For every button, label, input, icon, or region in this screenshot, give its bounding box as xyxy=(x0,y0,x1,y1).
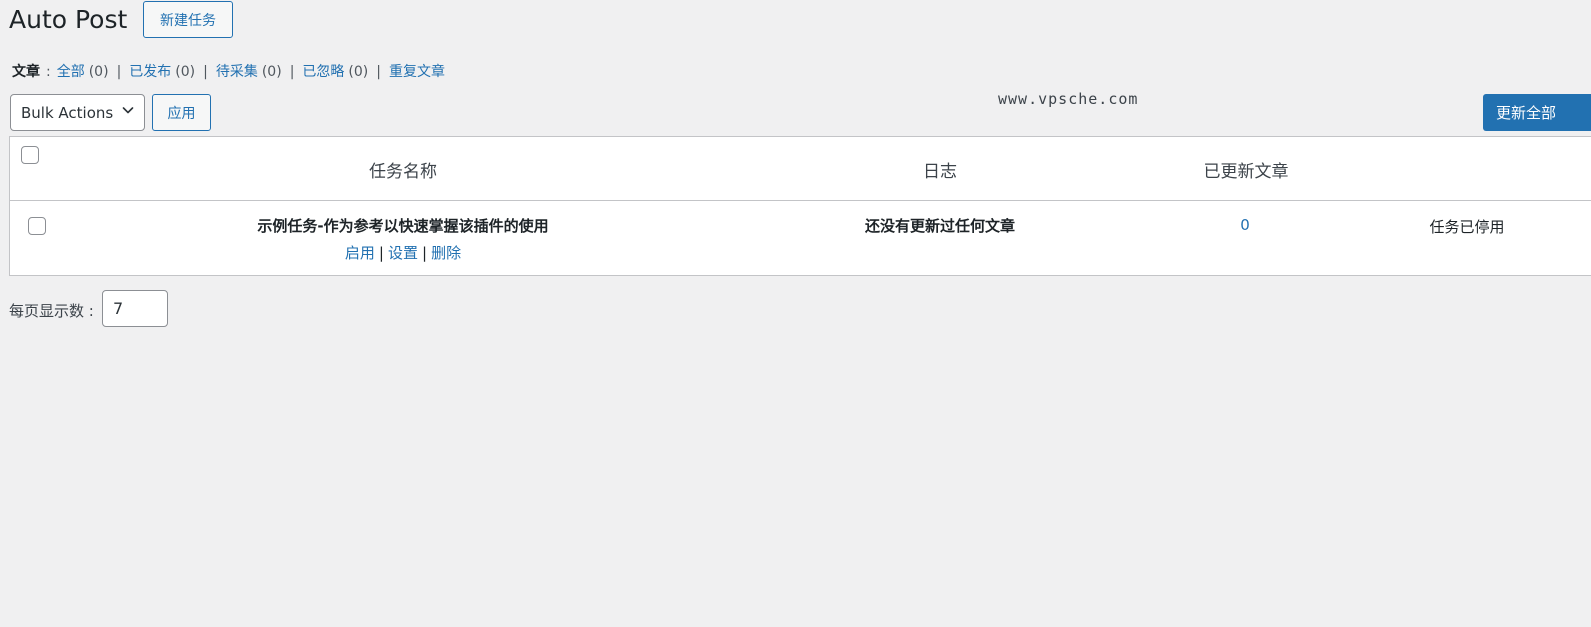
enable-task-link[interactable]: 启用 xyxy=(345,244,375,262)
per-page-input[interactable]: 7 xyxy=(102,290,168,327)
select-all-checkbox[interactable] xyxy=(21,146,39,164)
task-name: 示例任务-作为参考以快速掌握该插件的使用 xyxy=(257,217,549,235)
filter-pending-count: (0) xyxy=(261,64,282,80)
watermark-text: www.vpsche.com xyxy=(998,90,1139,108)
chevron-down-icon xyxy=(122,107,134,114)
apply-button[interactable]: 应用 xyxy=(152,94,211,131)
filter-separator: | xyxy=(116,64,122,80)
column-header-updated-posts: 已更新文章 xyxy=(1203,162,1289,182)
page-title: Auto Post xyxy=(9,5,128,34)
new-task-button[interactable]: 新建任务 xyxy=(143,1,233,38)
action-separator: | xyxy=(422,244,428,262)
delete-task-link[interactable]: 删除 xyxy=(431,244,461,262)
filter-separator: | xyxy=(203,64,208,80)
filter-ignored-link[interactable]: 已忽略 xyxy=(302,62,344,82)
filter-separator: | xyxy=(376,64,381,80)
filter-separator: | xyxy=(289,64,295,80)
table-header-row: 任务名称 日志 已更新文章 xyxy=(10,137,1591,201)
column-header-task-name: 任务名称 xyxy=(369,162,437,182)
status-filter-links: 文章 : 全部 (0) | 已发布 (0) | 待采集 (0) | 已忽略 (0… xyxy=(12,62,445,82)
bulk-actions-select[interactable]: Bulk Actions xyxy=(10,94,145,131)
bulk-actions-value: Bulk Actions xyxy=(21,103,114,122)
filter-all-count: (0) xyxy=(88,64,109,80)
task-status: 任务已停用 xyxy=(1429,218,1505,236)
action-separator: | xyxy=(378,244,384,262)
tasks-table: 任务名称 日志 已更新文章 示例任务-作为参考以快速掌握该插件的使用 启用 | 设置… xyxy=(9,136,1591,276)
update-all-button[interactable]: 更新全部 xyxy=(1483,94,1591,131)
row-actions: 启用 | 设置 | 删除 xyxy=(345,242,461,263)
filter-published-count: (0) xyxy=(175,64,196,80)
filter-duplicate-link[interactable]: 重复文章 xyxy=(389,62,445,82)
updated-count-link[interactable]: 0 xyxy=(1240,216,1250,234)
log-cell: 还没有更新过任何文章 xyxy=(864,217,1016,235)
task-settings-link[interactable]: 设置 xyxy=(388,244,418,262)
filter-ignored-count: (0) xyxy=(348,64,369,80)
filter-all-link[interactable]: 全部 xyxy=(57,62,85,82)
filter-colon: : xyxy=(46,64,51,80)
filter-pending-link[interactable]: 待采集 xyxy=(216,62,258,82)
filter-published-link[interactable]: 已发布 xyxy=(129,62,171,82)
column-header-log: 日志 xyxy=(923,162,957,182)
row-checkbox[interactable] xyxy=(28,217,46,235)
filter-label: 文章 xyxy=(12,64,40,80)
per-page-label: 每页显示数 : xyxy=(9,302,94,320)
